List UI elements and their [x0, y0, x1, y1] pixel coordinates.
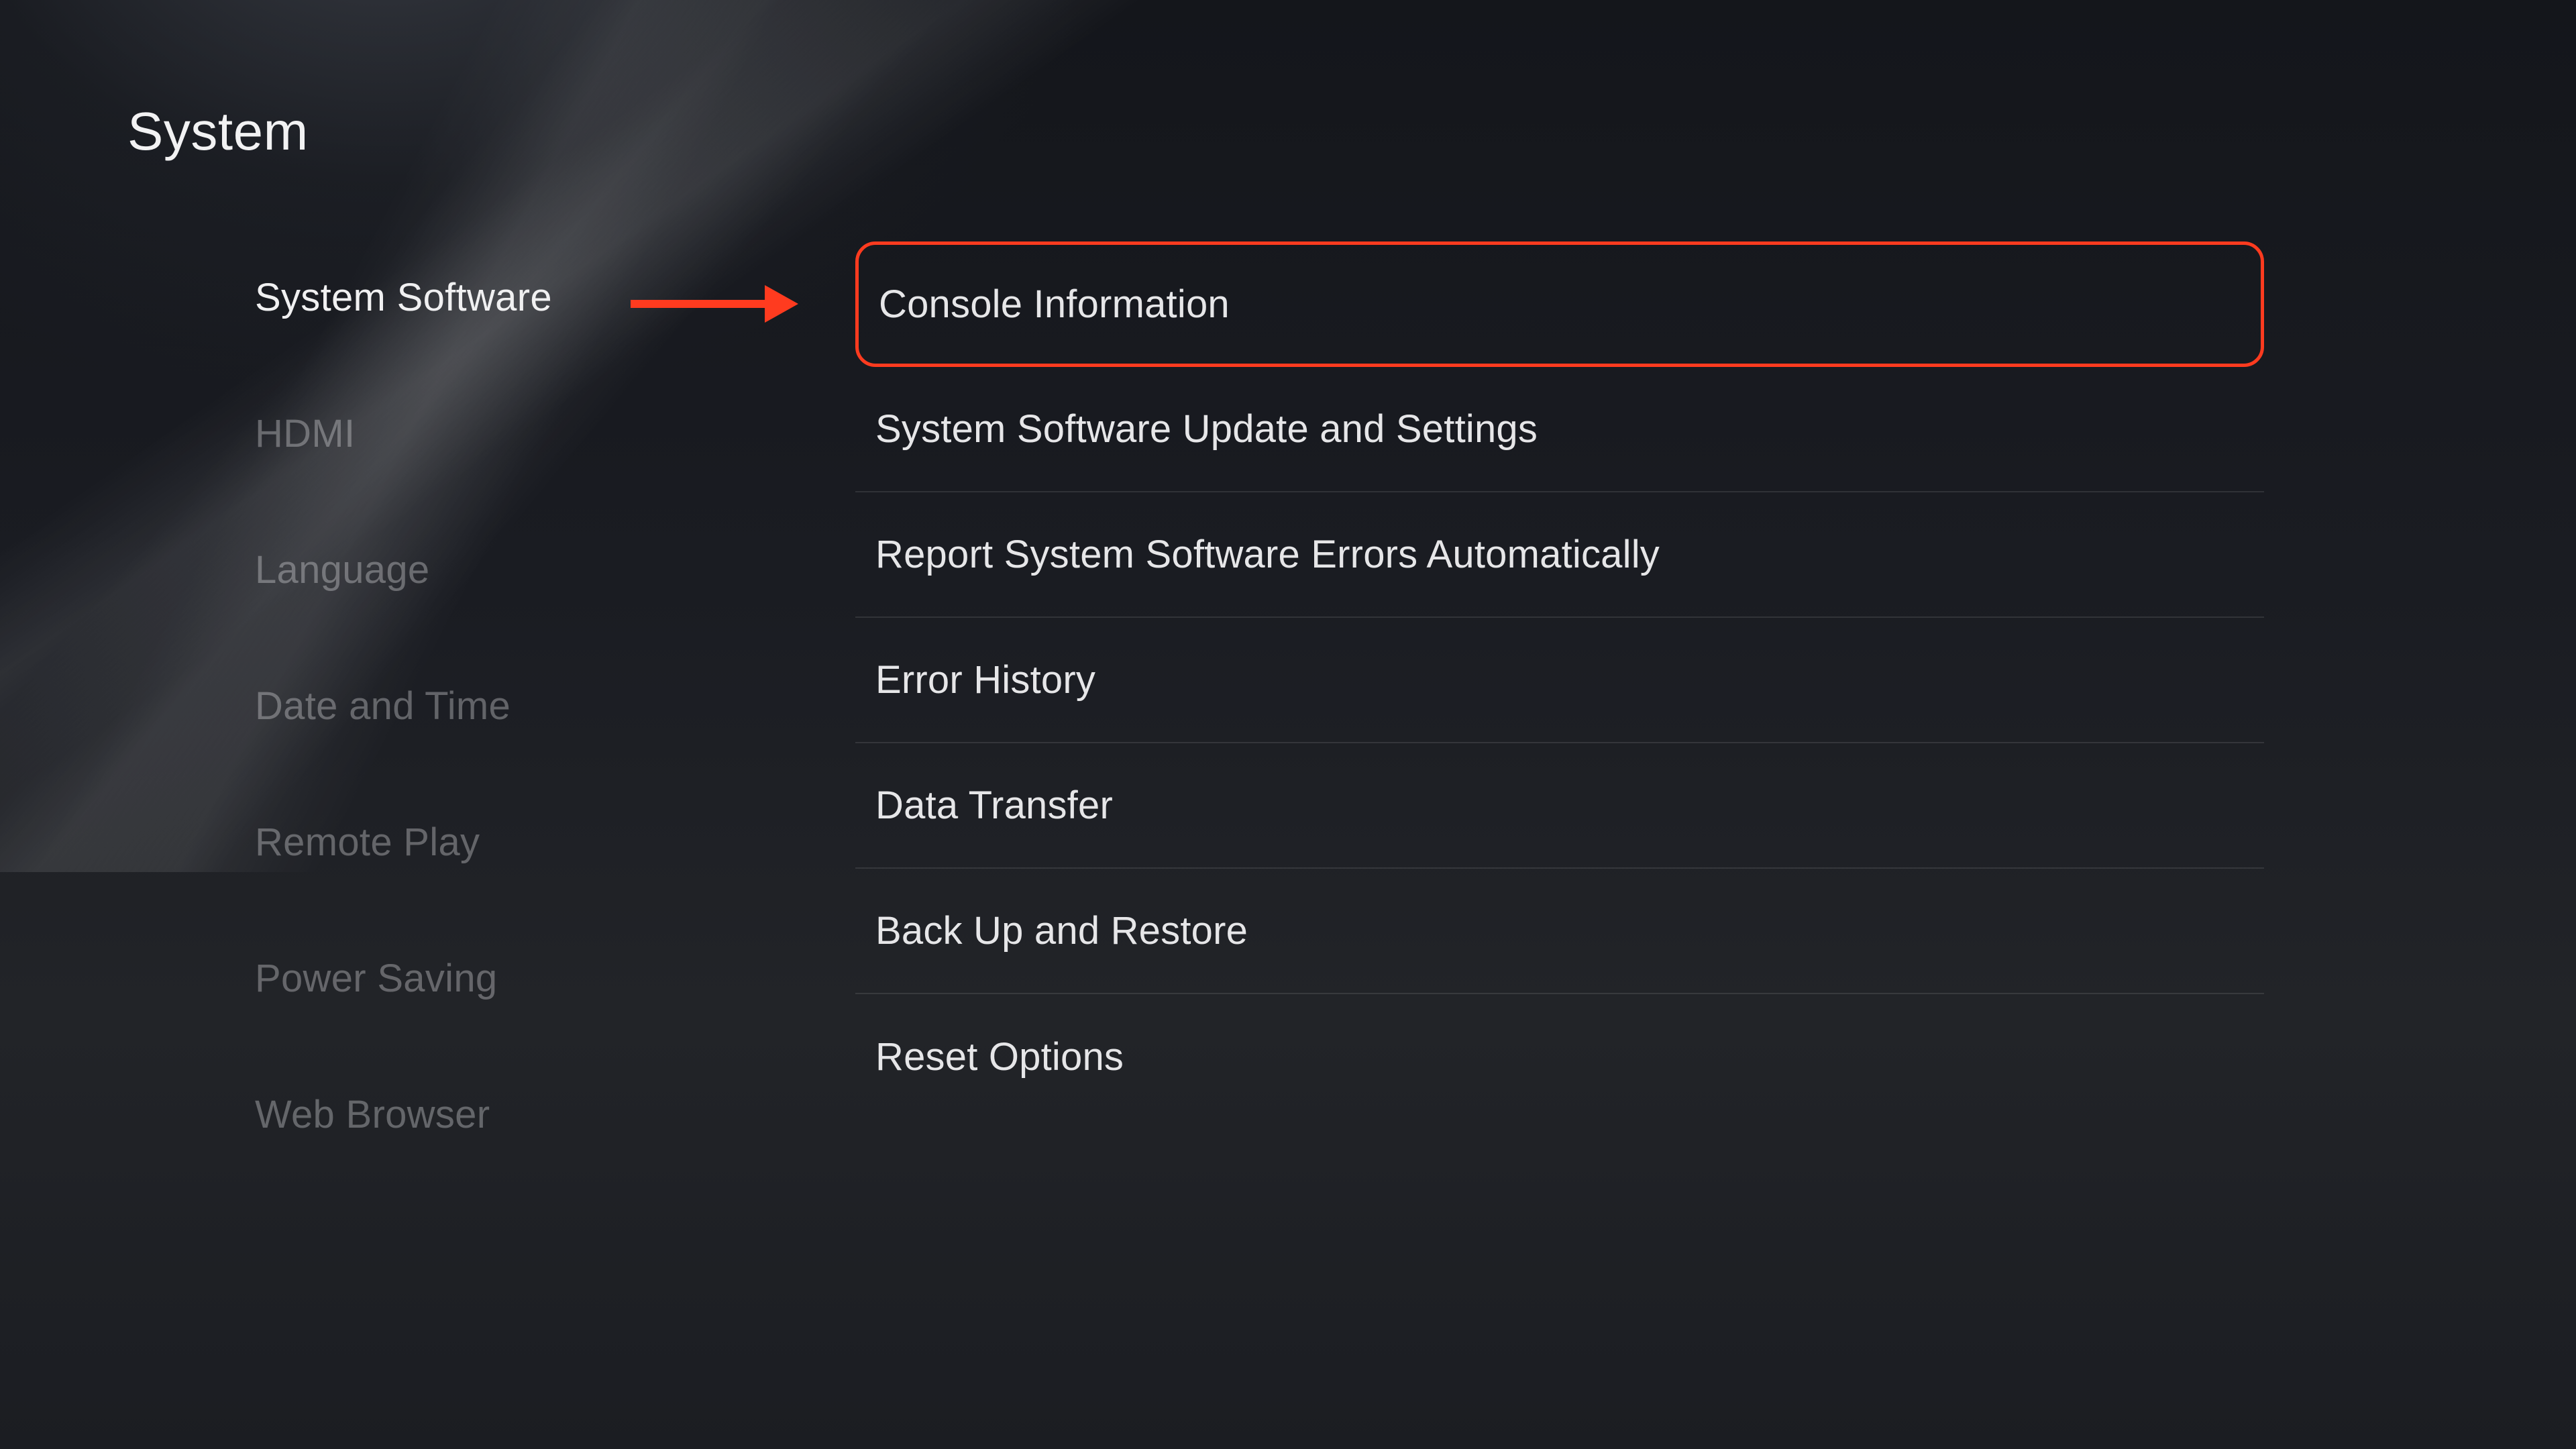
content-item-data-transfer[interactable]: Data Transfer [855, 743, 2264, 869]
sidebar-item-remote-play[interactable]: Remote Play [255, 820, 552, 865]
content-item-back-up-restore[interactable]: Back Up and Restore [855, 869, 2264, 994]
sidebar-item-language[interactable]: Language [255, 547, 552, 592]
sidebar-item-hdmi[interactable]: HDMI [255, 411, 552, 456]
arrow-line [631, 300, 765, 308]
annotation-arrow-icon [631, 285, 798, 323]
content-item-console-information[interactable]: Console Information [855, 241, 2264, 367]
content-item-system-software-update[interactable]: System Software Update and Settings [855, 367, 2264, 492]
settings-sidebar: System Software HDMI Language Date and T… [255, 275, 552, 1137]
sidebar-item-system-software[interactable]: System Software [255, 275, 552, 320]
content-item-reset-options[interactable]: Reset Options [855, 994, 2264, 1120]
content-item-error-history[interactable]: Error History [855, 618, 2264, 743]
page-title: System [127, 101, 309, 162]
sidebar-item-power-saving[interactable]: Power Saving [255, 956, 552, 1001]
sidebar-item-web-browser[interactable]: Web Browser [255, 1092, 552, 1137]
arrow-head [765, 285, 798, 323]
settings-content-panel: Console Information System Software Upda… [855, 241, 2264, 1120]
sidebar-item-date-and-time[interactable]: Date and Time [255, 684, 552, 729]
content-item-report-errors[interactable]: Report System Software Errors Automatica… [855, 492, 2264, 618]
